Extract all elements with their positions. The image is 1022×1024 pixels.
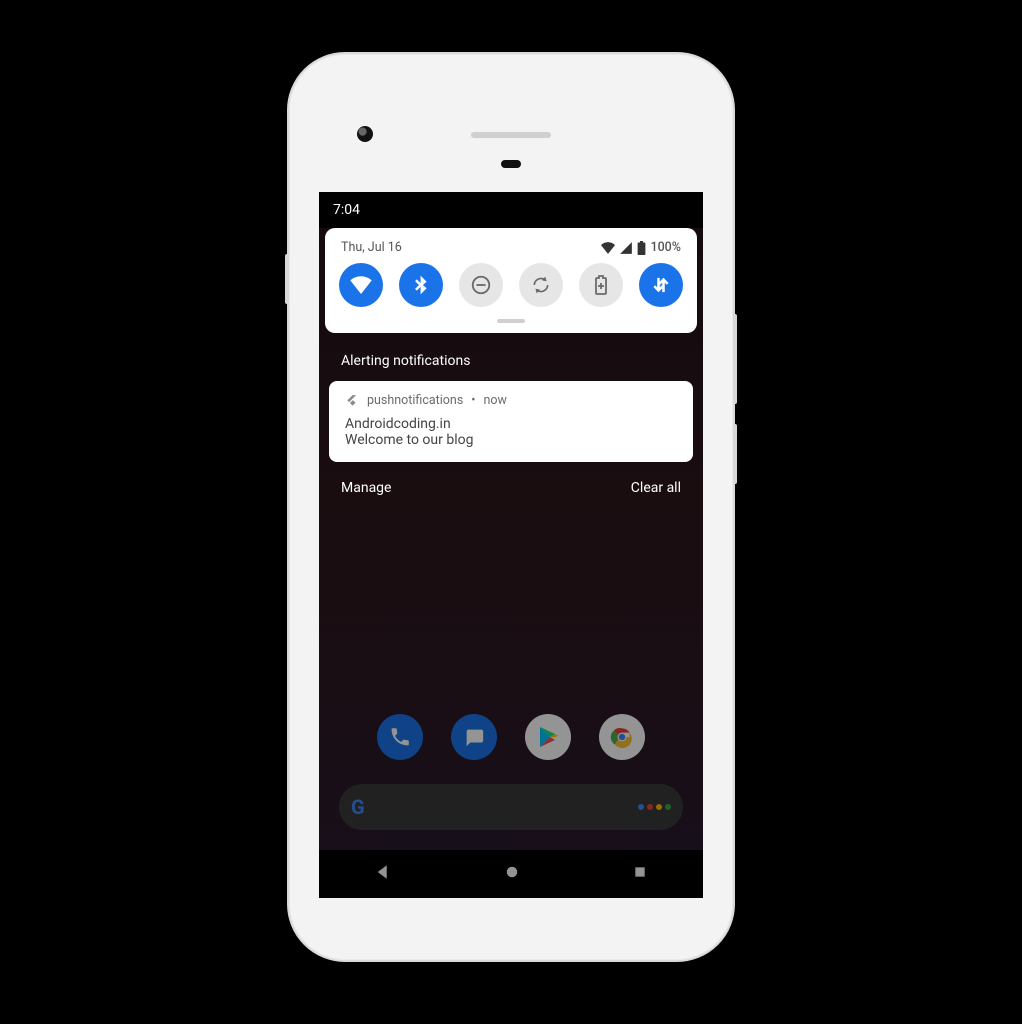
hardware-camera	[357, 126, 373, 142]
wifi-icon	[350, 274, 372, 296]
qs-toggle-bluetooth[interactable]	[399, 263, 443, 307]
app-chrome[interactable]	[599, 714, 645, 760]
flutter-icon	[345, 394, 359, 408]
phone-frame: G 7:04 Thu, Jul 16	[287, 52, 735, 962]
status-icons: 100%	[601, 240, 681, 255]
dnd-icon	[470, 274, 492, 296]
quick-settings-date: Thu, Jul 16	[341, 240, 402, 255]
quick-settings-handle[interactable]	[497, 319, 525, 323]
qs-toggle-dnd[interactable]	[459, 263, 503, 307]
notification-card[interactable]: pushnotifications • now Androidcoding.in…	[329, 381, 693, 462]
hardware-side-button	[285, 254, 289, 304]
mobile-data-icon	[651, 275, 671, 295]
auto-rotate-icon	[531, 275, 551, 295]
battery-percent: 100%	[650, 240, 681, 255]
battery-status-icon	[637, 241, 646, 255]
qs-toggle-mobile-data[interactable]	[639, 263, 683, 307]
hardware-volume-button	[733, 314, 737, 404]
dock-row	[319, 714, 703, 760]
chrome-icon	[609, 724, 635, 750]
quick-settings-panel: Thu, Jul 16 100%	[325, 228, 697, 333]
messages-icon	[463, 726, 485, 748]
hardware-sensor	[501, 160, 521, 168]
signal-status-icon	[619, 242, 633, 254]
hardware-earpiece	[471, 132, 551, 138]
play-store-icon	[536, 725, 560, 749]
notification-shade[interactable]: 7:04 Thu, Jul 16 100%	[319, 192, 703, 496]
notification-separator: •	[471, 393, 475, 408]
notification-header: pushnotifications • now	[345, 393, 677, 408]
bluetooth-icon	[411, 275, 431, 295]
qs-toggle-battery-saver[interactable]	[579, 263, 623, 307]
google-search-bar[interactable]: G	[339, 784, 683, 830]
status-time: 7:04	[333, 202, 360, 218]
app-messages[interactable]	[451, 714, 497, 760]
device-screen: G 7:04 Thu, Jul 16	[319, 192, 703, 898]
app-phone[interactable]	[377, 714, 423, 760]
app-play-store[interactable]	[525, 714, 571, 760]
qs-toggle-wifi[interactable]	[339, 263, 383, 307]
google-logo: G	[351, 795, 364, 819]
qs-toggle-auto-rotate[interactable]	[519, 263, 563, 307]
notification-app-name: pushnotifications	[367, 393, 463, 408]
battery-saver-icon	[594, 275, 608, 295]
hardware-power-button	[733, 424, 737, 484]
notification-when: now	[484, 393, 507, 408]
wifi-status-icon	[601, 242, 615, 254]
notification-body: Welcome to our blog	[345, 432, 677, 448]
assistant-icon	[638, 804, 671, 810]
notification-title: Androidcoding.in	[345, 416, 677, 432]
status-bar: 7:04	[319, 192, 703, 228]
shade-footer: Manage Clear all	[319, 462, 703, 496]
phone-icon	[389, 726, 411, 748]
manage-button[interactable]: Manage	[341, 480, 391, 496]
shade-section-label: Alerting notifications	[319, 333, 703, 381]
clear-all-button[interactable]: Clear all	[631, 480, 681, 496]
